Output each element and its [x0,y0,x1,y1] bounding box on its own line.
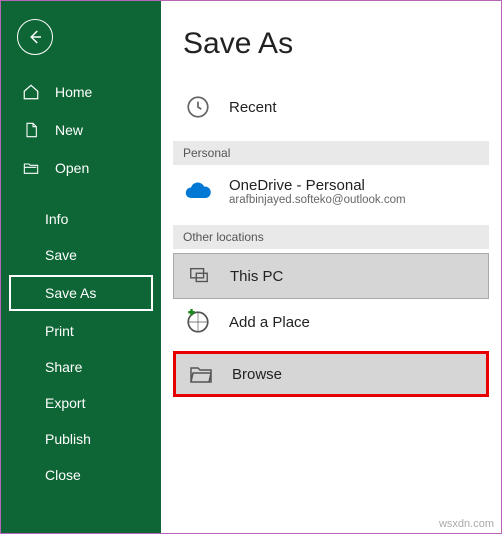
addplace-label: Add a Place [229,314,310,331]
nav-close[interactable]: Close [1,457,161,493]
nav-print[interactable]: Print [1,313,161,349]
nav-new-label: New [55,122,83,138]
clock-icon [183,92,213,122]
back-button[interactable] [17,19,53,55]
cloud-icon [183,176,213,206]
nav-home-label: Home [55,84,92,100]
thispc-row[interactable]: This PC [173,253,489,299]
document-new-icon [21,120,41,140]
onedrive-row[interactable]: OneDrive - Personal arafbinjayed.softeko… [161,169,501,213]
pc-icon [184,261,214,291]
nav-export[interactable]: Export [1,385,161,421]
addplace-row[interactable]: Add a Place [173,299,489,345]
onedrive-title: OneDrive - Personal [229,177,406,194]
nav-open-label: Open [55,160,89,176]
onedrive-email: arafbinjayed.softeko@outlook.com [229,194,406,206]
add-place-icon [183,307,213,337]
main-panel: Save As Recent Personal OneDrive - Perso… [161,1,501,533]
section-personal: Personal [173,141,489,165]
page-title: Save As [183,27,501,61]
nav-new[interactable]: New [1,111,161,149]
browse-label: Browse [232,366,282,383]
recent-row[interactable]: Recent [161,85,501,129]
nav-home[interactable]: Home [1,73,161,111]
browse-row[interactable]: Browse [173,351,489,397]
sidebar: Home New Open Info Save Save As Print Sh… [1,1,161,533]
watermark: wsxdn.com [439,518,494,530]
nav-save[interactable]: Save [1,237,161,273]
section-other: Other locations [173,225,489,249]
recent-label: Recent [229,99,277,116]
nav-info[interactable]: Info [1,201,161,237]
thispc-label: This PC [230,268,283,285]
folder-browse-icon [186,359,216,389]
arrow-left-icon [26,28,44,46]
folder-open-icon [21,158,41,178]
home-icon [21,82,41,102]
nav-open[interactable]: Open [1,149,161,187]
nav-publish[interactable]: Publish [1,421,161,457]
nav-saveas[interactable]: Save As [9,275,153,311]
nav-share[interactable]: Share [1,349,161,385]
